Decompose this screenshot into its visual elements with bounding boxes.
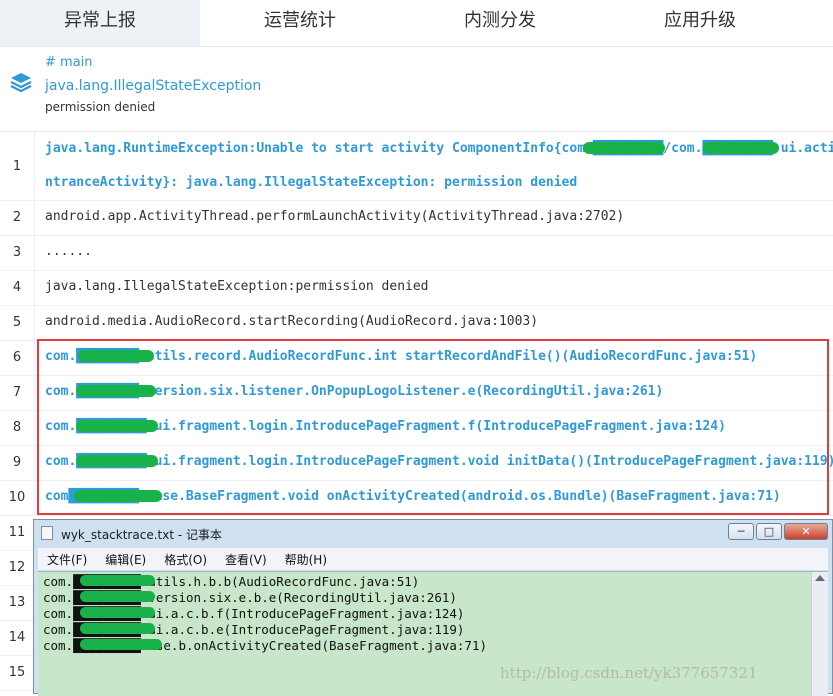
line-text: ...... bbox=[45, 244, 92, 259]
close-button[interactable]: ✕ bbox=[784, 523, 828, 540]
line-number: 14 bbox=[0, 620, 35, 655]
tab-crash-report[interactable]: 异常上报 bbox=[0, 0, 200, 46]
redaction-mark bbox=[80, 639, 162, 650]
redaction-mark bbox=[80, 607, 155, 618]
line-number: 5 bbox=[0, 305, 35, 340]
line-number: 4 bbox=[0, 270, 35, 305]
line-number: 11 bbox=[0, 515, 35, 550]
redaction-mark bbox=[78, 350, 154, 362]
line-number: 3 bbox=[0, 235, 35, 270]
line-number: 9 bbox=[0, 445, 35, 480]
notepad-file-icon bbox=[41, 526, 53, 540]
redaction-mark bbox=[703, 142, 779, 154]
redaction-mark bbox=[80, 575, 155, 586]
tab-operations-stats[interactable]: 运营统计 bbox=[200, 0, 400, 46]
line-number: 8 bbox=[0, 410, 35, 445]
menu-edit[interactable]: 编辑(E) bbox=[96, 551, 155, 568]
redaction-mark bbox=[76, 420, 158, 432]
line-number: 13 bbox=[0, 585, 35, 620]
line-number: 6 bbox=[0, 340, 35, 375]
scroll-up-arrow-icon[interactable] bbox=[815, 575, 825, 581]
line-number: 10 bbox=[0, 480, 35, 515]
exception-name[interactable]: java.lang.IllegalStateException bbox=[45, 78, 261, 94]
layers-icon bbox=[10, 73, 32, 93]
line-number: 12 bbox=[0, 550, 35, 585]
thread-tag: # main bbox=[45, 55, 93, 70]
watermark: http://blog.csdn.net/yk377657321 bbox=[500, 664, 758, 682]
exception-header: # main java.lang.IllegalStateException p… bbox=[0, 47, 833, 132]
redaction-mark bbox=[76, 385, 156, 397]
line-text[interactable]: com.█████████.ui.fragment.login.Introduc… bbox=[45, 454, 833, 469]
line-number: 15 bbox=[0, 655, 35, 690]
redaction-mark bbox=[583, 142, 665, 154]
line-text-continued[interactable]: ntranceActivity}: java.lang.IllegalState… bbox=[45, 175, 577, 190]
notepad-titlebar[interactable]: wyk_stacktrace.txt - 记事本 ─ □ ✕ bbox=[34, 520, 832, 546]
table-row: 5 android.media.AudioRecord.startRecordi… bbox=[0, 305, 833, 341]
table-row: 3 ...... bbox=[0, 235, 833, 271]
redaction-mark bbox=[80, 623, 155, 634]
line-number: 1 bbox=[0, 132, 35, 200]
minimize-button[interactable]: ─ bbox=[728, 523, 754, 540]
table-row: 4 java.lang.IllegalStateException:permis… bbox=[0, 270, 833, 306]
line-text: android.app.ActivityThread.performLaunch… bbox=[45, 209, 625, 224]
notepad-title: wyk_stacktrace.txt - 记事本 bbox=[61, 528, 222, 542]
redaction-mark bbox=[76, 455, 158, 467]
menu-view[interactable]: 查看(V) bbox=[216, 551, 276, 568]
vertical-scrollbar[interactable] bbox=[811, 572, 828, 696]
menu-format[interactable]: 格式(O) bbox=[155, 551, 216, 568]
exception-message: permission denied bbox=[45, 100, 156, 114]
tab-bar: 异常上报 运营统计 内测分发 应用升级 bbox=[0, 0, 833, 47]
line-text: android.media.AudioRecord.startRecording… bbox=[45, 314, 539, 329]
maximize-button[interactable]: □ bbox=[756, 523, 782, 540]
line-text: java.lang.IllegalStateException:permissi… bbox=[45, 279, 429, 294]
tab-beta-distribution[interactable]: 内测分发 bbox=[400, 0, 600, 46]
line-number: 7 bbox=[0, 375, 35, 410]
redaction-mark bbox=[74, 490, 162, 502]
line-number: 2 bbox=[0, 200, 35, 235]
table-row: 2 android.app.ActivityThread.performLaun… bbox=[0, 200, 833, 236]
menu-help[interactable]: 帮助(H) bbox=[276, 551, 336, 568]
notepad-menubar: 文件(F) 编辑(E) 格式(O) 查看(V) 帮助(H) bbox=[38, 548, 828, 570]
tab-app-upgrade[interactable]: 应用升级 bbox=[600, 0, 800, 46]
menu-file[interactable]: 文件(F) bbox=[38, 551, 96, 568]
redaction-mark bbox=[80, 591, 155, 602]
